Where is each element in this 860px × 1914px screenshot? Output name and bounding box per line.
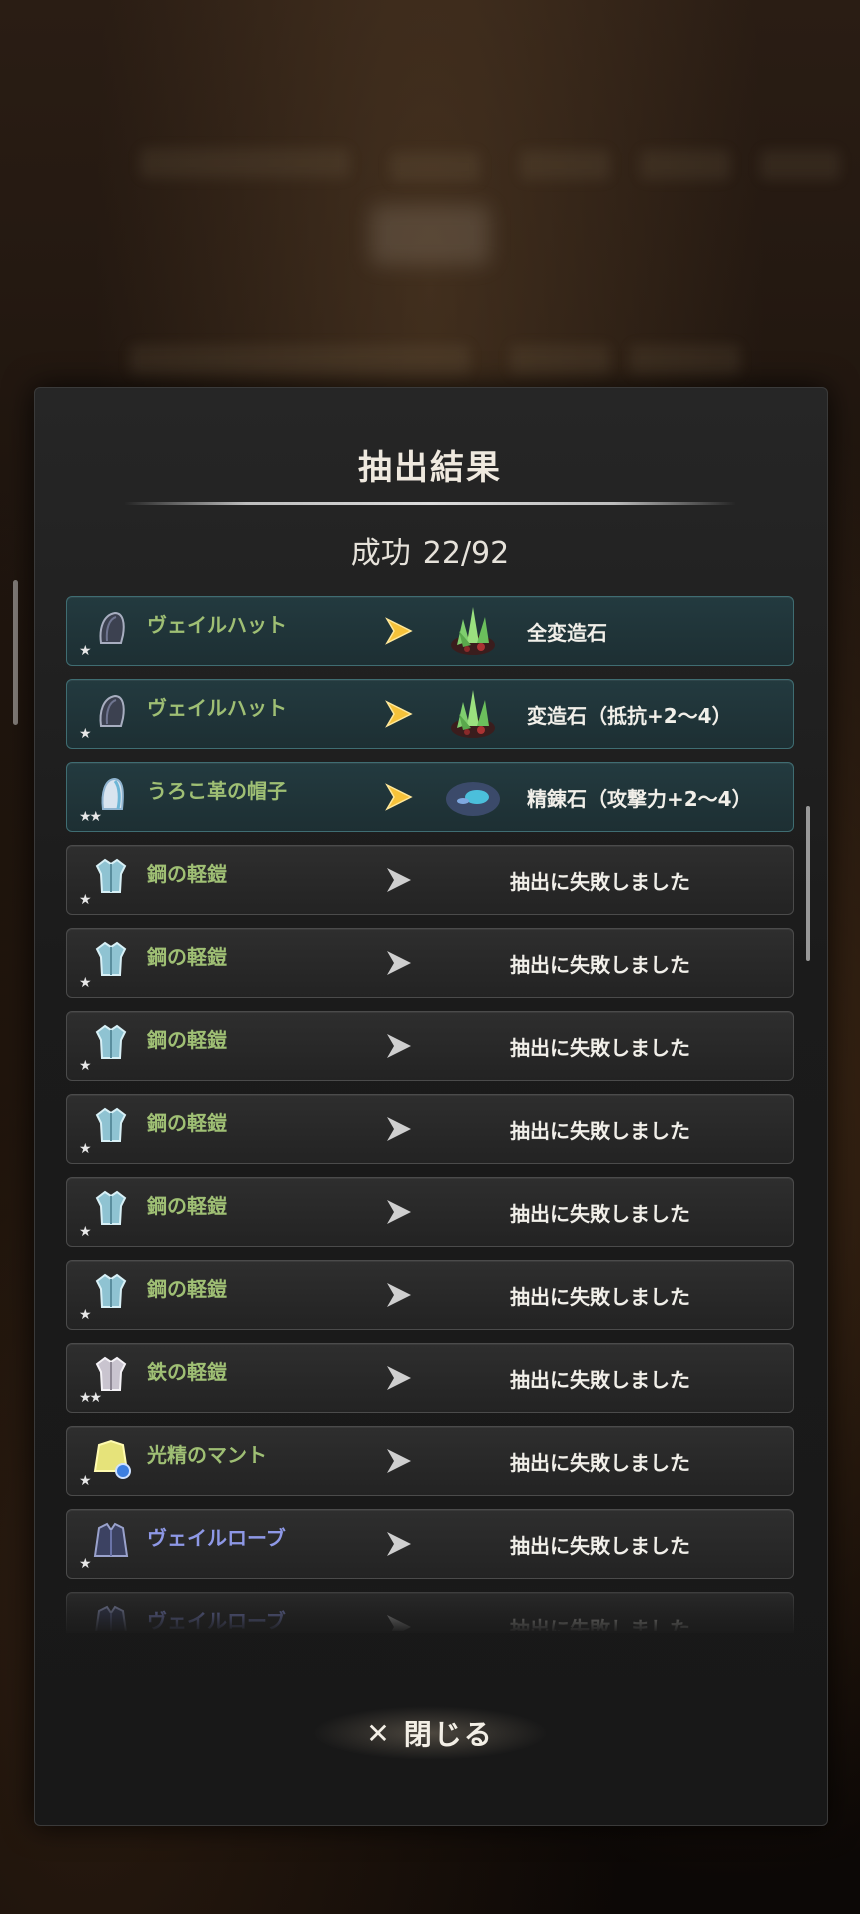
background-blur [520, 150, 610, 180]
failure-message: 抽出に失敗しました [510, 1451, 690, 1475]
success-arrow-icon [385, 699, 413, 729]
result-row: ★★ 鉄の軽鎧 抽出に失敗しました [66, 1343, 794, 1413]
result-row: ★ 鋼の軽鎧 抽出に失敗しました [66, 1260, 794, 1330]
result-item-name: 精錬石（攻撃力+2～4） [527, 787, 752, 811]
result-item-name: 変造石（抵抗+2～4） [527, 704, 732, 728]
veil-robe-icon [89, 1518, 133, 1562]
arrow-icon [385, 1197, 413, 1227]
veil-hat-icon [89, 605, 133, 649]
light-spirit-mantle-icon [89, 1435, 133, 1479]
item-name: 光精のマント [147, 1443, 267, 1467]
rarity-stars: ★ [79, 1141, 91, 1157]
item-name: 鋼の軽鎧 [147, 1194, 227, 1218]
failure-message: 抽出に失敗しました [510, 953, 690, 977]
result-row: ★ ヴェイルローブ 抽出に失敗しました [66, 1509, 794, 1579]
steel-light-armor-icon [89, 937, 133, 981]
failure-message: 抽出に失敗しました [510, 1119, 690, 1143]
background-blur [370, 205, 490, 265]
arrow-icon [385, 1446, 413, 1476]
arrow-icon [385, 1529, 413, 1559]
item-name: ヴェイルハット [147, 613, 287, 637]
success-count: 22/92 [422, 536, 510, 571]
rarity-stars: ★ [79, 1058, 91, 1074]
result-row: ★ 鋼の軽鎧 抽出に失敗しました [66, 845, 794, 915]
result-list[interactable]: ★ ヴェイルハット 全変造石 ★ ヴェイルハット 変造石（抵抗+2～4） ★★ うろこ革の帽子… [66, 596, 794, 1631]
result-row: ★ 鋼の軽鎧 抽出に失敗しました [66, 1094, 794, 1164]
blue-refining-stone-icon [443, 767, 503, 827]
result-item-name: 全変造石 [527, 621, 607, 645]
rarity-stars: ★ [79, 1307, 91, 1323]
rarity-stars: ★★ [79, 809, 102, 825]
rarity-stars: ★ [79, 1556, 91, 1572]
rarity-stars: ★ [79, 1224, 91, 1240]
item-name: 鋼の軽鎧 [147, 1277, 227, 1301]
arrow-icon [385, 1280, 413, 1310]
arrow-icon [385, 865, 413, 895]
failure-message: 抽出に失敗しました [510, 1036, 690, 1060]
steel-light-armor-icon [89, 1186, 133, 1230]
failure-message: 抽出に失敗しました [510, 1202, 690, 1226]
success-arrow-icon [385, 782, 413, 812]
failure-message: 抽出に失敗しました [510, 1368, 690, 1392]
arrow-icon [385, 1114, 413, 1144]
green-crystal-ore-icon [443, 601, 503, 661]
failure-message: 抽出に失敗しました [510, 1617, 690, 1631]
rarity-stars: ★ [79, 892, 91, 908]
arrow-icon [385, 1031, 413, 1061]
background-blur [130, 345, 470, 375]
item-name: ヴェイルローブ [147, 1526, 286, 1550]
close-label: 閉じる [403, 1718, 494, 1751]
background-blur [640, 150, 730, 180]
result-row: ★ヴェイルローブ抽出に失敗しました [66, 1592, 794, 1631]
list-scrollbar[interactable] [806, 806, 810, 961]
result-row: ★ 光精のマント 抽出に失敗しました [66, 1426, 794, 1496]
steel-light-armor-icon [89, 1269, 133, 1313]
failure-message: 抽出に失敗しました [510, 1285, 690, 1309]
background-scrollbar [13, 580, 18, 725]
result-row: ★ 鋼の軽鎧 抽出に失敗しました [66, 928, 794, 998]
item-name: 鋼の軽鎧 [147, 1028, 227, 1052]
failure-message: 抽出に失敗しました [510, 870, 690, 894]
result-row: ★ ヴェイルハット 変造石（抵抗+2～4） [66, 679, 794, 749]
result-row: ★ 鋼の軽鎧 抽出に失敗しました [66, 1177, 794, 1247]
item-name: 鋼の軽鎧 [147, 862, 227, 886]
result-row: ★★ うろこ革の帽子 精錬石（攻撃力+2～4） [66, 762, 794, 832]
title-divider [124, 502, 736, 505]
item-name: 鋼の軽鎧 [147, 945, 227, 969]
failure-message: 抽出に失敗しました [510, 1534, 690, 1558]
green-crystal-ore-icon [443, 684, 503, 744]
background-blur [390, 152, 480, 182]
item-name: ヴェイルハット [147, 696, 287, 720]
item-name: 鉄の軽鎧 [147, 1360, 227, 1384]
item-name: ヴェイルローブ [147, 1609, 286, 1631]
arrow-icon [385, 948, 413, 978]
rarity-stars: ★ [79, 726, 91, 742]
veil-hat-icon [89, 688, 133, 732]
arrow-icon [385, 1363, 413, 1393]
item-name: 鋼の軽鎧 [147, 1111, 227, 1135]
success-label: 成功 [350, 536, 411, 571]
result-row: ★ ヴェイルハット 全変造石 [66, 596, 794, 666]
arrow-icon [385, 1612, 413, 1631]
background-blur [140, 148, 350, 178]
steel-light-armor-icon [89, 854, 133, 898]
background-blur [510, 345, 610, 375]
rarity-stars: ★ [79, 975, 91, 991]
veil-robe-icon [89, 1601, 133, 1631]
success-summary: 成功 22/92 [0, 528, 860, 572]
item-name: うろこ革の帽子 [147, 779, 287, 803]
rarity-stars: ★ [79, 643, 91, 659]
result-row: ★ 鋼の軽鎧 抽出に失敗しました [66, 1011, 794, 1081]
background-blur [760, 150, 840, 180]
rarity-stars: ★★ [79, 1390, 102, 1406]
dialog-title: 抽出結果 [358, 448, 502, 488]
rarity-stars: ★ [79, 1473, 91, 1489]
close-icon: ✕ [366, 1716, 392, 1750]
steel-light-armor-icon [89, 1020, 133, 1064]
success-arrow-icon [385, 616, 413, 646]
background-blur [630, 345, 740, 375]
close-button[interactable]: ✕ 閉じる [312, 1706, 548, 1760]
steel-light-armor-icon [89, 1103, 133, 1147]
